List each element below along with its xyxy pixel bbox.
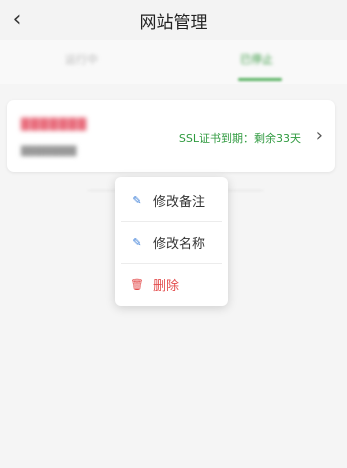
menu-item-rename[interactable]: ✎ 修改名称 bbox=[115, 221, 228, 263]
page-title: 网站管理 bbox=[139, 12, 208, 33]
back-icon[interactable]: ‹ bbox=[10, 9, 24, 31]
edit-icon: ✎ bbox=[132, 235, 142, 249]
chevron-right-icon[interactable]: › bbox=[316, 125, 323, 146]
tab-running[interactable]: 运行中 bbox=[65, 40, 98, 84]
site-domain: ████████ bbox=[21, 147, 77, 157]
header-bar: ‹ 网站管理 bbox=[0, 0, 347, 40]
site-card[interactable]: ███████ ████████ SSL证书到期：剩余33天 › bbox=[7, 100, 335, 172]
menu-item-delete[interactable]: 🗑 删除 bbox=[115, 263, 228, 305]
edit-icon: ✎ bbox=[132, 193, 142, 207]
ssl-expiry-status: SSL证书到期：剩余33天 bbox=[178, 132, 301, 145]
trash-icon: 🗑 bbox=[130, 277, 144, 291]
tab-bar: 运行中 已停止 bbox=[0, 40, 347, 84]
site-name: ███████ bbox=[21, 118, 88, 131]
menu-item-edit-note[interactable]: ✎ 修改备注 bbox=[115, 179, 228, 221]
tab-active-indicator bbox=[238, 78, 282, 81]
context-menu: ✎ 修改备注 ✎ 修改名称 🗑 删除 bbox=[115, 177, 228, 306]
